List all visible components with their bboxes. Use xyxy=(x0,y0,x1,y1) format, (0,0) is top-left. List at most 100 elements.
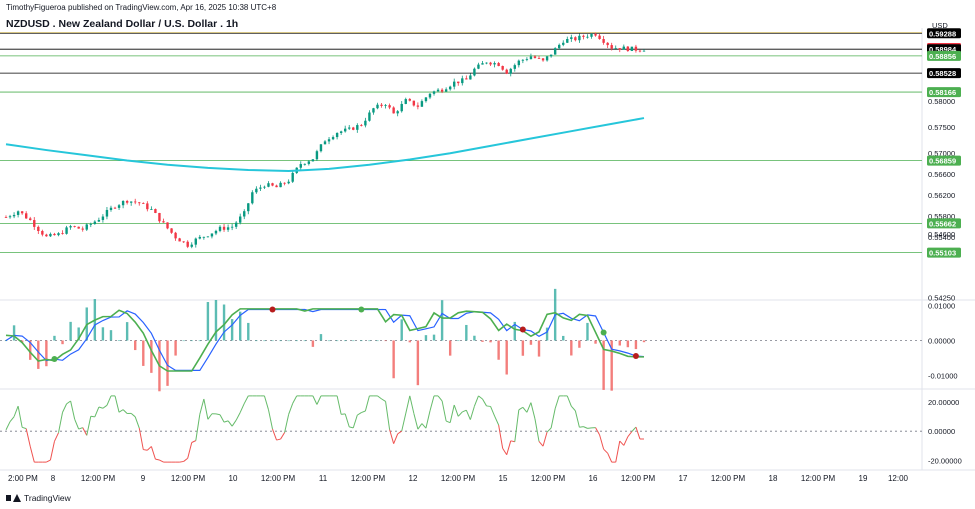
momentum-segment xyxy=(486,405,491,407)
price-label-text: 0.59288 xyxy=(929,29,956,38)
momentum-segment xyxy=(599,434,605,450)
momentum-segment xyxy=(223,420,229,423)
osc-histogram-bar xyxy=(271,340,274,342)
candle-body xyxy=(4,217,8,218)
candle-body xyxy=(610,45,613,49)
momentum-segment xyxy=(66,400,71,405)
osc-histogram-bar xyxy=(327,340,331,342)
price-tick-label: 0.56600 xyxy=(928,170,955,179)
candle-body xyxy=(279,182,282,188)
candle-body xyxy=(129,201,133,203)
momentum-segment xyxy=(583,426,588,429)
candle-body xyxy=(545,56,549,61)
osc-histogram-bar xyxy=(303,340,307,342)
candle-body xyxy=(513,65,516,69)
osc-histogram-bar xyxy=(343,340,347,342)
time-tick-label: 12:00 PM xyxy=(441,474,476,483)
chart-canvas[interactable]: USD0.580000.575000.570000.566000.562000.… xyxy=(0,0,975,509)
candle-body xyxy=(602,39,605,43)
momentum-segment xyxy=(579,426,584,428)
osc-cross-dot xyxy=(358,306,365,313)
osc-histogram-bar xyxy=(626,340,630,348)
osc-histogram-bar xyxy=(45,340,48,367)
candle-body xyxy=(444,89,448,92)
momentum-segment xyxy=(25,428,31,447)
osc-histogram-bar xyxy=(101,327,105,341)
candle-body xyxy=(626,46,630,51)
momentum-segment xyxy=(453,404,459,417)
candle-body xyxy=(432,91,436,94)
momentum-segment xyxy=(526,402,532,413)
momentum-segment xyxy=(336,395,342,415)
candle-body xyxy=(117,205,121,208)
candle-body xyxy=(275,185,278,188)
time-tick-label: 10 xyxy=(229,474,238,483)
time-tick-label: 12:00 xyxy=(888,474,909,483)
time-axis[interactable]: 2:00 PM 8 12:00 PM 9 12:00 PM 10 12:00 PM 11 12:… xyxy=(8,474,909,483)
candle-body xyxy=(562,42,565,45)
price-label-text: 0.58166 xyxy=(929,88,956,97)
momentum-segment xyxy=(457,411,463,417)
candle-body xyxy=(436,89,440,92)
candle-body xyxy=(570,37,573,40)
candle-body xyxy=(453,81,456,87)
candle-body xyxy=(505,69,508,74)
candle-body xyxy=(586,36,589,38)
candle-body xyxy=(493,63,496,65)
momentum-segment xyxy=(9,416,15,422)
candle-body xyxy=(206,236,210,238)
horizontal-levels xyxy=(0,32,922,254)
candle-body xyxy=(81,228,84,230)
candle-body xyxy=(339,131,343,133)
osc-tick-label: -0.01000 xyxy=(928,372,958,381)
candle-body xyxy=(85,224,88,230)
candle-body xyxy=(158,212,161,222)
candle-body xyxy=(638,50,642,52)
osc-histogram-bar xyxy=(311,340,315,347)
candle-body xyxy=(509,68,512,74)
candle-body xyxy=(105,209,109,217)
momentum-tick-label: -20.00000 xyxy=(928,457,962,466)
osc-histogram-bar xyxy=(457,340,460,342)
momentum-pane xyxy=(5,395,645,463)
candles xyxy=(4,32,646,249)
osc-histogram-bar xyxy=(618,340,621,346)
candle-body xyxy=(331,137,335,140)
momentum-segment xyxy=(462,409,467,413)
price-label-text: 0.55662 xyxy=(929,219,956,228)
osc-histogram-bar xyxy=(37,340,40,369)
momentum-segment xyxy=(219,414,225,423)
momentum-segment xyxy=(421,423,427,429)
candle-body xyxy=(198,236,202,239)
candle-body xyxy=(549,54,553,57)
osc-histogram-bar xyxy=(521,340,525,356)
time-tick-label: 8 xyxy=(51,474,56,483)
time-tick-label: 12:00 PM xyxy=(711,474,746,483)
time-tick-label: 16 xyxy=(589,474,598,483)
momentum-segment xyxy=(364,395,370,412)
candle-body xyxy=(97,219,101,222)
candle-body xyxy=(416,105,420,107)
candle-body xyxy=(642,50,646,52)
candle-body xyxy=(243,211,246,217)
candle-body xyxy=(408,99,411,101)
momentum-segment xyxy=(506,440,512,455)
time-tick-label: 2:00 PM xyxy=(8,474,38,483)
momentum-segment xyxy=(130,413,136,418)
momentum-segment xyxy=(514,409,520,442)
candle-body xyxy=(594,34,597,36)
osc-signal-line xyxy=(5,308,645,371)
candle-body xyxy=(404,99,407,104)
candle-body xyxy=(125,201,129,203)
candle-body xyxy=(356,125,359,130)
candle-body xyxy=(343,128,347,132)
osc-histogram-bar xyxy=(570,340,573,356)
footer-brand: TradingView xyxy=(24,493,71,503)
momentum-segment xyxy=(280,432,286,440)
candle-body xyxy=(537,57,541,59)
candle-body xyxy=(327,139,331,142)
price-label-text: 0.56859 xyxy=(929,157,956,166)
momentum-segment xyxy=(635,426,641,440)
osc-histogram-bar xyxy=(505,340,508,375)
momentum-segment xyxy=(566,395,572,407)
